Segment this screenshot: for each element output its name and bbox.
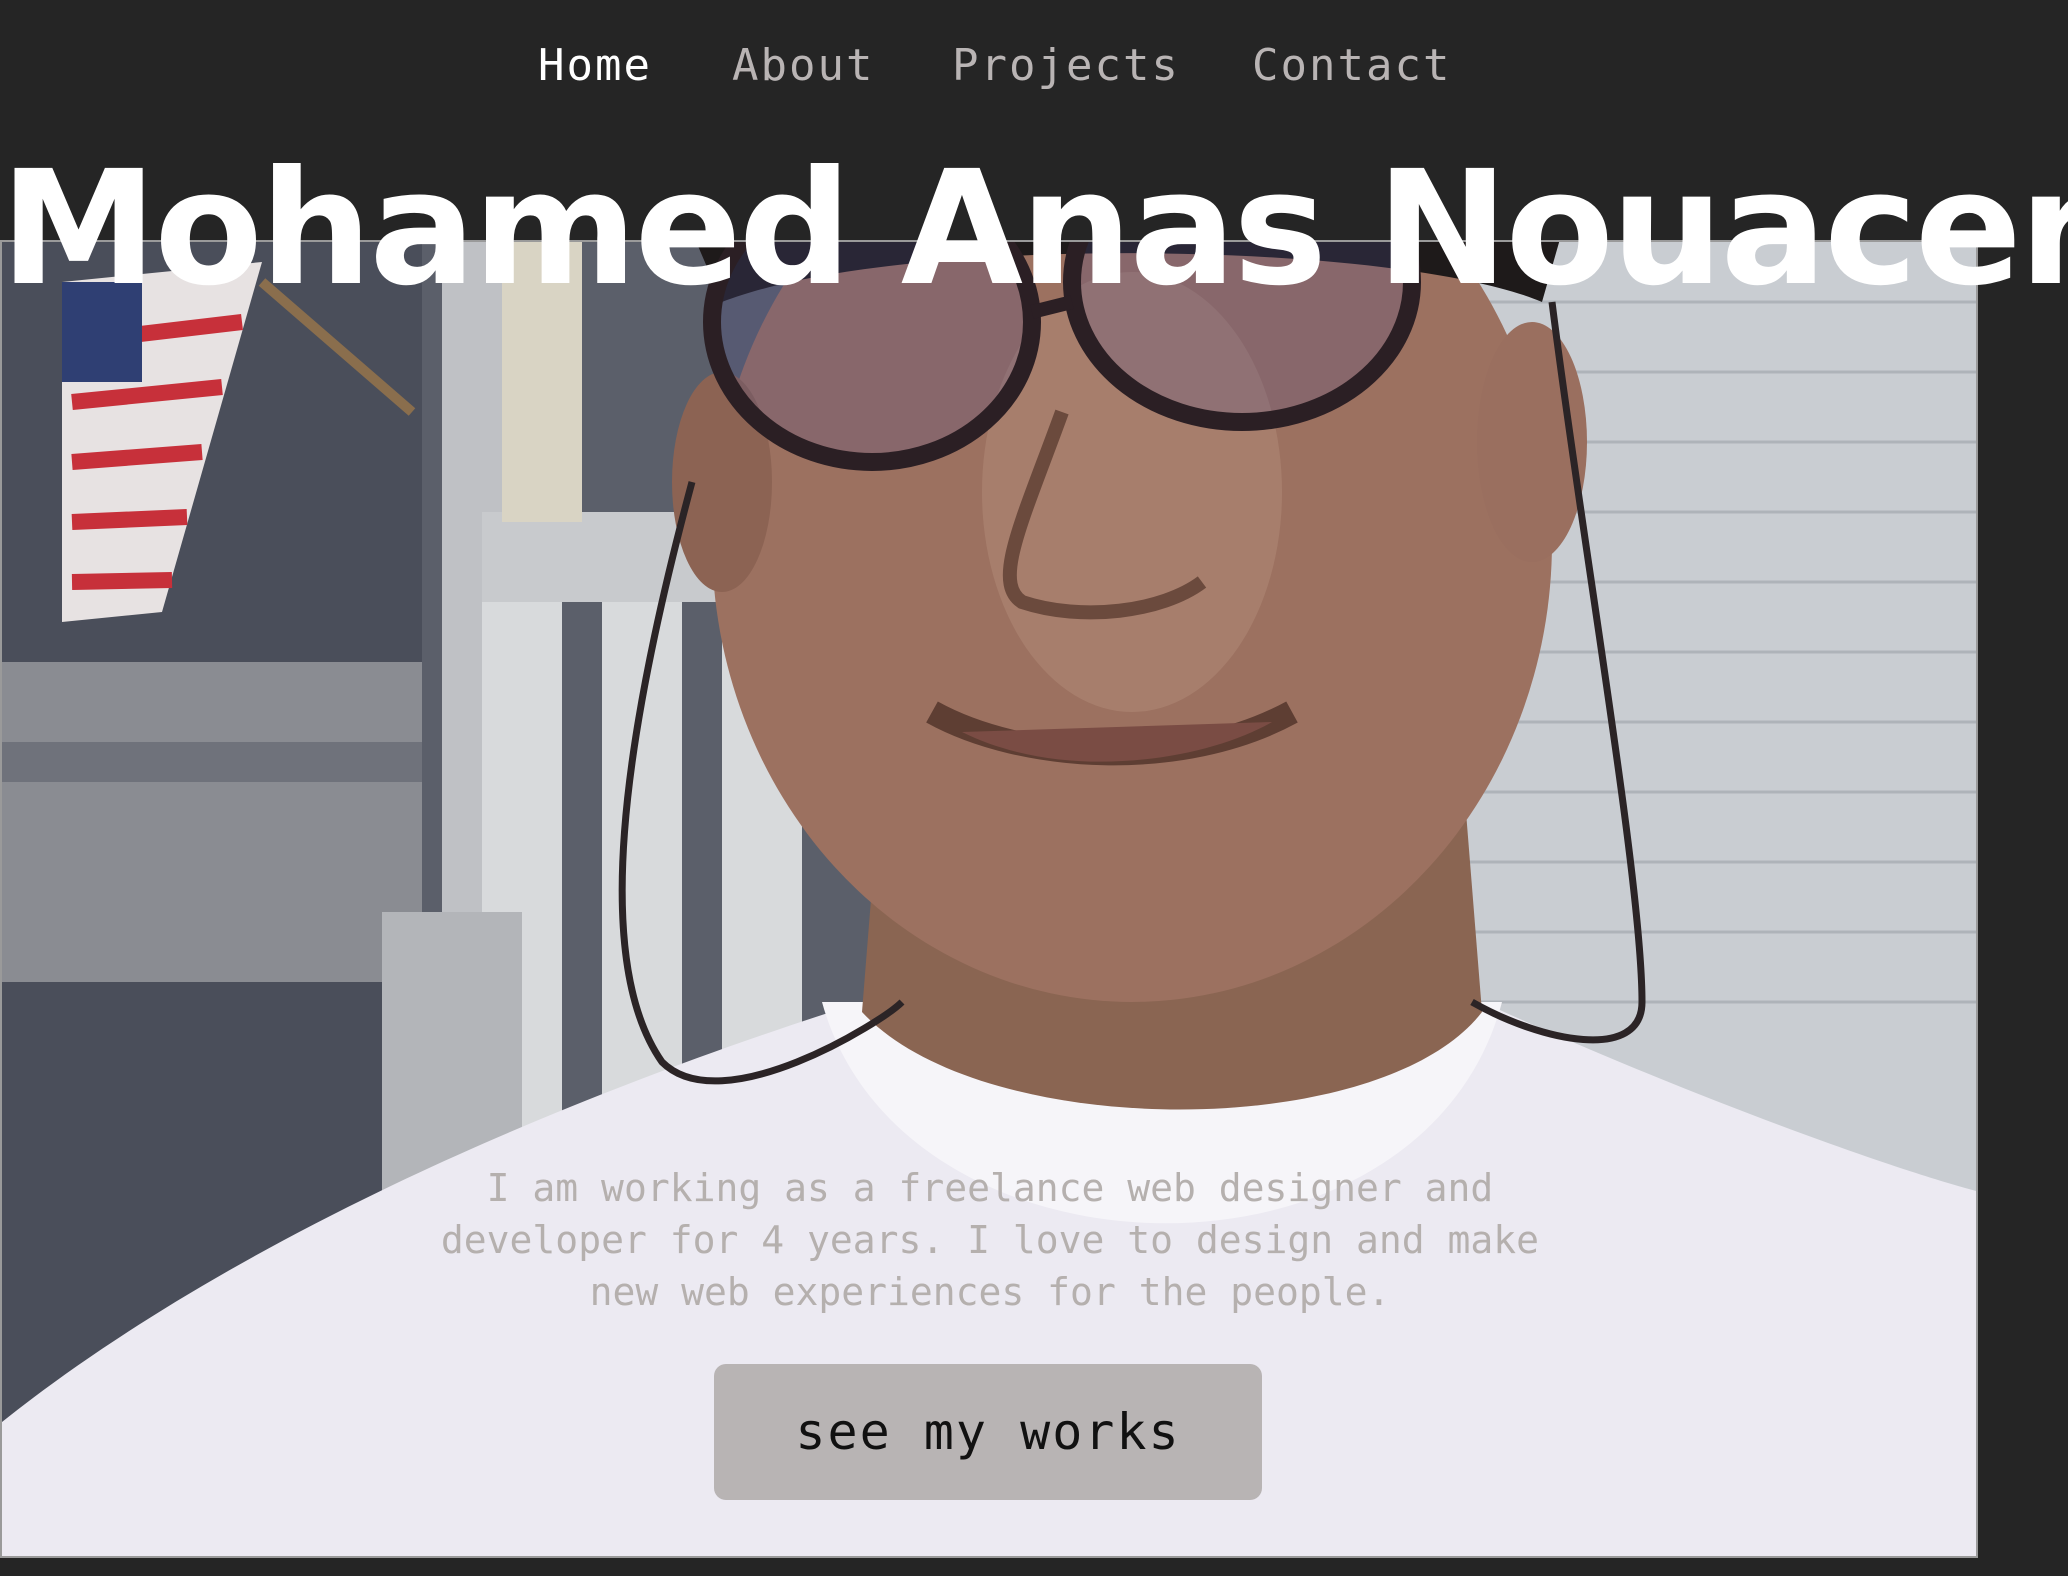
- top-navigation: Home About Projects Contact: [0, 0, 2068, 140]
- hero-bio: I am working as a freelance web designer…: [440, 1166, 1540, 1314]
- portrait-illustration: [2, 242, 1976, 1556]
- hero-title: Mohamed Anas Nouacer: [0, 137, 2068, 321]
- nav-link-projects[interactable]: Projects: [952, 40, 1180, 91]
- hero-photo: [0, 240, 1978, 1558]
- nav-link-contact[interactable]: Contact: [1252, 40, 1451, 91]
- nav-link-about[interactable]: About: [732, 40, 874, 91]
- nav-link-home[interactable]: Home: [538, 40, 652, 91]
- see-my-works-button[interactable]: see my works: [714, 1364, 1262, 1500]
